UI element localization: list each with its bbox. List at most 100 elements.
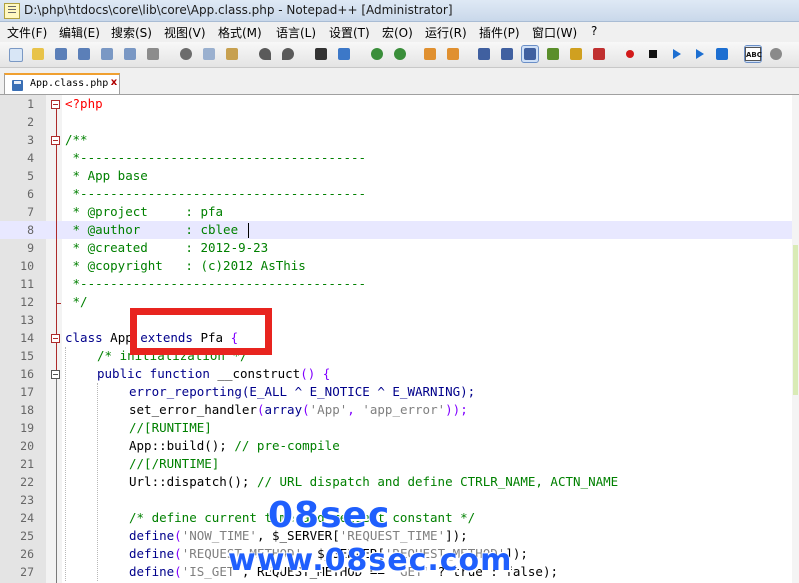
save-macro-icon[interactable] [714,46,730,62]
line-number: 23 [20,493,34,507]
code-line: *-------------------------------------- [65,186,367,201]
code-line: public function __construct() { [97,366,331,381]
line-number: 21 [20,457,34,471]
indent-guide-icon[interactable] [521,45,539,63]
new-file-icon[interactable] [7,46,23,62]
tab-close-icon[interactable]: x [109,78,119,88]
plugin-icon[interactable] [768,46,784,62]
line-number: 14 [20,331,34,345]
code-line: <?php [65,96,103,111]
line-number: 1 [27,97,34,111]
line-number: 16 [20,367,34,381]
line-number: 11 [20,277,34,291]
line-number: 7 [27,205,34,219]
scrollbar-thumb[interactable] [793,245,798,395]
doc-map-icon[interactable] [568,46,584,62]
redo-icon[interactable] [280,46,296,62]
play-multiple-icon[interactable] [691,46,707,62]
menu-macro[interactable]: 宏(O) [382,24,413,41]
menu-format[interactable]: 格式(M) [218,24,262,41]
line-number: 4 [27,151,34,165]
print-icon[interactable] [145,46,161,62]
code-line: App::build(); // pre-compile [129,438,340,453]
notepad-app-icon [4,3,20,19]
close-all-icon[interactable] [122,46,138,62]
menu-help[interactable]: ? [591,24,597,38]
menu-window[interactable]: 窗口(W) [532,24,577,41]
word-wrap-icon[interactable] [476,46,492,62]
code-line: * @project : pfa [65,204,224,219]
line-number: 25 [20,529,34,543]
tab-app-class-php[interactable]: App.class.php x [4,73,120,94]
line-number: 10 [20,259,34,273]
menu-bar: 文件(F) 编辑(E) 搜索(S) 视图(V) 格式(M) 语言(L) 设置(T… [0,22,799,42]
copy-icon[interactable] [201,46,217,62]
fold-toggle-icon[interactable] [51,370,60,379]
code-line: /** [65,132,88,147]
paste-icon[interactable] [224,46,240,62]
function-list-icon[interactable] [591,46,607,62]
menu-language[interactable]: 语言(L) [276,24,316,41]
cut-icon[interactable] [178,46,194,62]
title-bar: D:\php\htdocs\core\lib\core\App.class.ph… [0,0,799,22]
line-number: 24 [20,511,34,525]
line-number: 6 [27,187,34,201]
menu-edit[interactable]: 编辑(E) [59,24,100,41]
code-line: * @copyright : (c)2012 AsThis [65,258,306,273]
replace-icon[interactable] [336,46,352,62]
line-number: 12 [20,295,34,309]
line-number: 27 [20,565,34,579]
line-number: 2 [27,115,34,129]
fold-toggle-icon[interactable] [51,136,60,145]
code-editor[interactable]: 1 2 3 4 5 6 7 8 9 10 11 12 13 14 15 16 1… [0,95,799,583]
watermark-logo: 08sec [268,495,391,536]
save-icon[interactable] [53,46,69,62]
line-number: 3 [27,133,34,147]
fold-toggle-icon[interactable] [51,100,60,109]
zoom-out-icon[interactable] [392,46,408,62]
line-number: 5 [27,169,34,183]
code-line: //[RUNTIME] [129,420,212,435]
fold-toggle-icon[interactable] [51,334,60,343]
vertical-scrollbar[interactable] [792,95,799,583]
record-macro-icon[interactable] [622,46,638,62]
code-line: Url::dispatch(); // URL dispatch and def… [129,474,619,489]
menu-settings[interactable]: 设置(T) [329,24,370,41]
watermark-url: www.08sec.com [228,543,513,578]
code-line: *-------------------------------------- [65,150,367,165]
close-icon[interactable] [99,46,115,62]
code-line: *-------------------------------------- [65,276,367,291]
save-all-icon[interactable] [76,46,92,62]
line-number: 22 [20,475,34,489]
code-line: //[/RUNTIME] [129,456,220,471]
stop-record-icon[interactable] [645,46,661,62]
saved-file-icon [12,80,23,91]
menu-run[interactable]: 运行(R) [425,24,467,41]
line-number: 20 [20,439,34,453]
undo-icon[interactable] [257,46,273,62]
menu-search[interactable]: 搜索(S) [111,24,152,41]
sync-vertical-icon[interactable] [422,46,438,62]
code-line: set_error_handler(array('App', 'app_erro… [129,402,468,417]
line-number: 17 [20,385,34,399]
tab-label: App.class.php [30,78,109,89]
text-caret [248,223,249,238]
code-line: * @created : 2012-9-23 [65,240,269,255]
open-file-icon[interactable] [30,46,46,62]
line-number: 15 [20,349,34,363]
line-number: 8 [27,223,34,237]
line-number: 9 [27,241,34,255]
zoom-in-icon[interactable] [369,46,385,62]
line-number: 18 [20,403,34,417]
annotation-highlight-box [130,308,272,355]
udl-icon[interactable] [545,46,561,62]
sync-horizontal-icon[interactable] [445,46,461,62]
find-icon[interactable] [313,46,329,62]
menu-plugins[interactable]: 插件(P) [479,24,520,41]
spell-check-icon[interactable]: ABC [744,45,762,63]
show-all-chars-icon[interactable] [499,46,515,62]
menu-file[interactable]: 文件(F) [7,24,47,41]
line-number: 19 [20,421,34,435]
menu-view[interactable]: 视图(V) [164,24,206,41]
play-macro-icon[interactable] [668,46,684,62]
